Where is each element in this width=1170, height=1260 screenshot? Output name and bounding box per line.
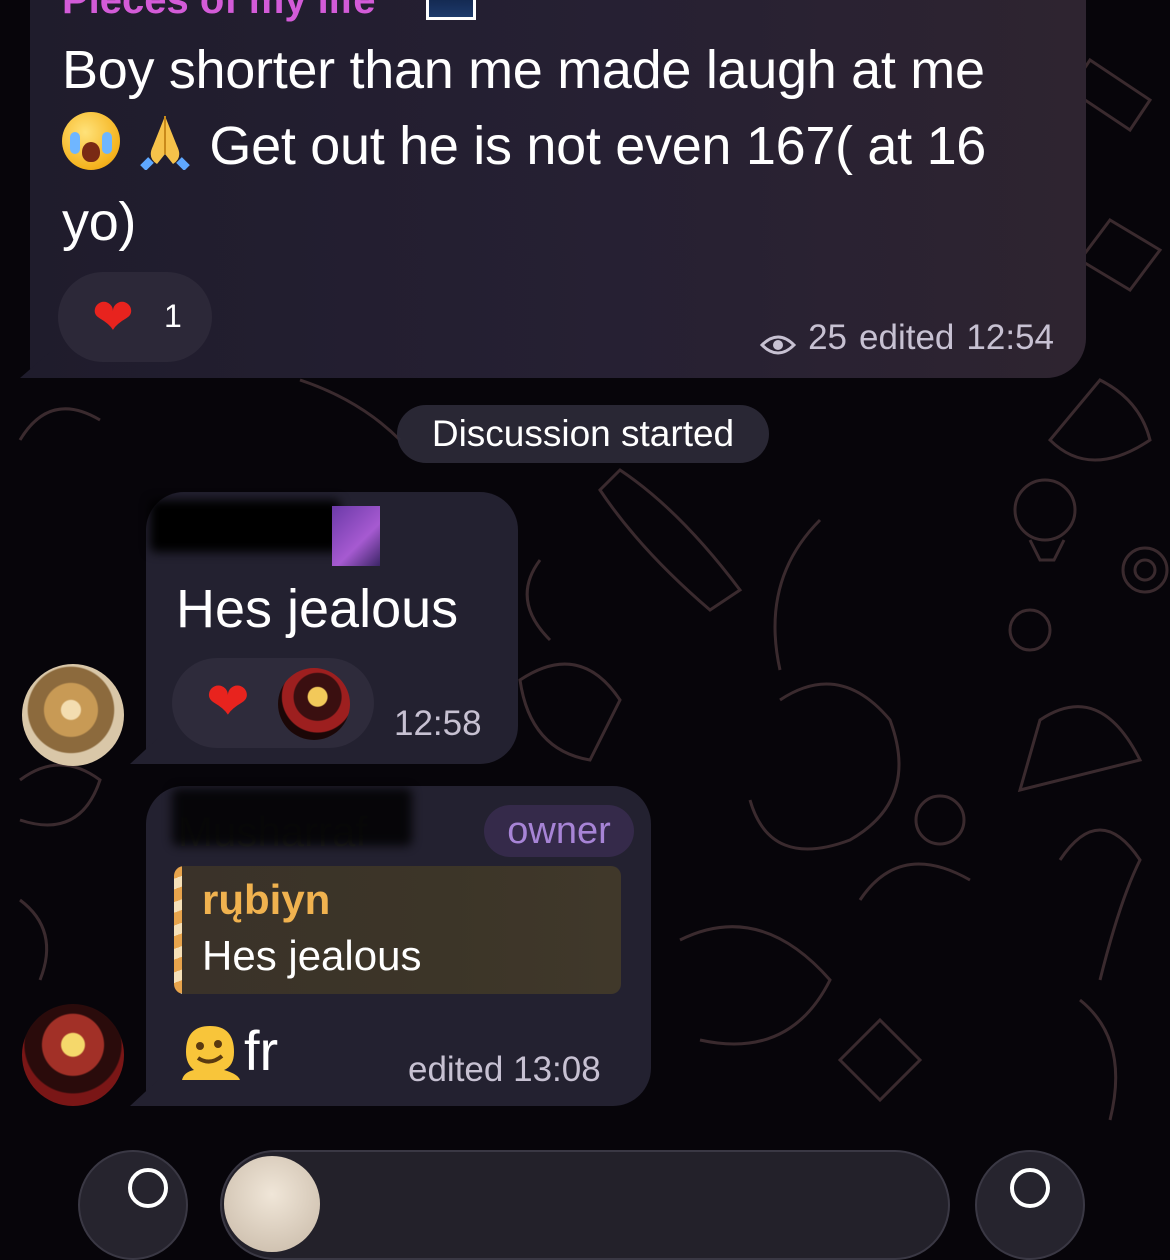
avatar[interactable] — [22, 1004, 124, 1106]
search-icon — [1010, 1168, 1050, 1208]
post-time: 12:54 — [966, 318, 1054, 357]
reaction-heart-button[interactable]: ❤ — [172, 658, 374, 748]
post-text-line: Boy shorter than me made laugh at me — [62, 40, 985, 100]
reply-accent-bar — [174, 866, 182, 994]
reaction-heart-button[interactable]: ❤ 1 — [58, 272, 212, 362]
reply-quote[interactable]: rųbiyn Hes jealous — [174, 866, 621, 994]
censored-author-name — [150, 500, 340, 552]
eye-icon — [759, 326, 797, 355]
comment-meta: edited 13:08 — [408, 1050, 601, 1090]
attach-icon — [128, 1168, 168, 1208]
comment-time: 12:58 — [394, 704, 482, 743]
view-count: 25 — [808, 318, 848, 357]
comment-text: Hes jealous — [176, 579, 459, 639]
censored-author-name — [172, 788, 412, 846]
reaction-count: 1 — [164, 298, 182, 334]
heart-icon: ❤ — [92, 289, 134, 345]
message-input-bar[interactable] — [220, 1150, 950, 1260]
channel-image-icon — [426, 0, 476, 20]
reply-author: rųbiyn — [202, 876, 331, 923]
comment-text: fr — [244, 1019, 279, 1082]
reply-text: Hes jealous — [202, 932, 422, 979]
service-message: Discussion started — [397, 405, 769, 463]
owner-badge: owner — [484, 805, 634, 857]
post-text: Boy shorter than me made laugh at me Get… — [62, 32, 1062, 260]
folded-hands-icon — [135, 110, 195, 171]
post-meta: 25 edited 12:54 — [759, 318, 1054, 358]
loudly-crying-face-icon — [62, 112, 120, 170]
edited-label: edited — [859, 318, 955, 357]
heart-icon: ❤ — [206, 673, 250, 731]
attach-button[interactable] — [78, 1150, 188, 1260]
melting-face-icon — [178, 1022, 242, 1082]
avatar[interactable] — [22, 664, 124, 766]
send-as-avatar[interactable] — [224, 1156, 320, 1252]
edited-label: edited — [408, 1050, 504, 1089]
post-text-line: yo) — [62, 192, 137, 252]
channel-name[interactable]: Pieces of my life — [62, 0, 375, 23]
name-emoji-sticker — [332, 506, 380, 566]
post-text-line: Get out he is not even 167( at 16 — [62, 108, 1062, 184]
comment-time: 13:08 — [513, 1050, 601, 1089]
reactor-avatar — [278, 668, 350, 740]
post-text-line-remainder: Get out he is not even 167( at 16 — [209, 116, 987, 176]
